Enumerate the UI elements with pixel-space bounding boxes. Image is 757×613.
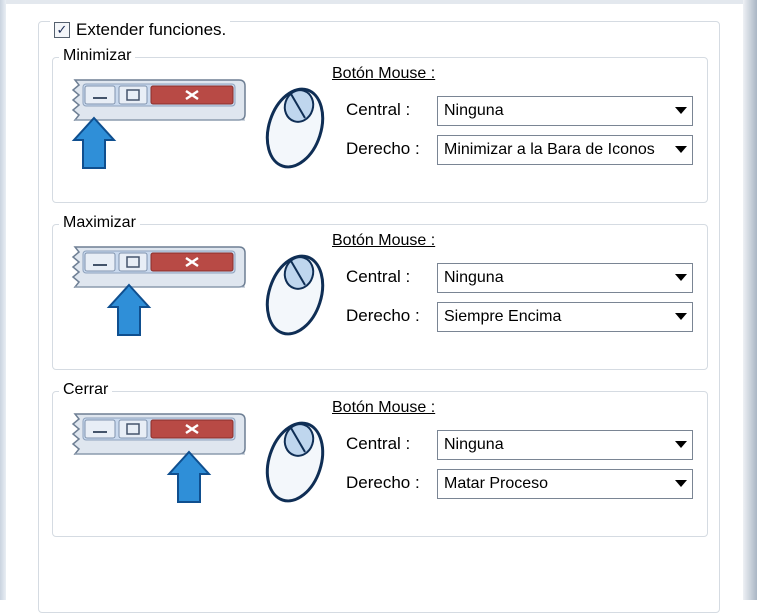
derecho-dropdown-value: Minimizar a la Bara de Iconos bbox=[444, 141, 655, 158]
group-minimize: Minimizar Botón Mouse: Central: Ningun… bbox=[52, 47, 708, 203]
central-dropdown[interactable]: Ninguna bbox=[437, 263, 693, 293]
extend-functions-label: Extender funciones. bbox=[76, 20, 227, 39]
derecho-dropdown[interactable]: Matar Proceso bbox=[437, 469, 693, 499]
group-close: Cerrar Botón Mouse: Central: Ninguna D… bbox=[52, 381, 708, 537]
central-dropdown[interactable]: Ninguna bbox=[437, 96, 693, 126]
central-label: Central : bbox=[346, 267, 411, 286]
chevron-down-icon[interactable] bbox=[670, 480, 692, 488]
window-button-illustration bbox=[71, 413, 325, 503]
mouse-icon bbox=[265, 254, 325, 336]
derecho-dropdown-value: Matar Proceso bbox=[444, 475, 549, 492]
window-button-illustration bbox=[71, 79, 325, 169]
chevron-down-icon[interactable] bbox=[670, 107, 692, 115]
derecho-dropdown[interactable]: Siempre Encima bbox=[437, 302, 693, 332]
window-button-illustration bbox=[71, 246, 325, 336]
mouse-button-label: Botón Mouse : bbox=[332, 399, 436, 416]
mouse-button-label: Botón Mouse : bbox=[332, 232, 436, 249]
group-title: Cerrar bbox=[59, 381, 113, 399]
extend-functions-checkbox-row[interactable]: ✓ Extender funciones. bbox=[50, 20, 231, 40]
dialog-left-border bbox=[0, 0, 6, 600]
central-dropdown-value: Ninguna bbox=[444, 269, 504, 286]
dialog-right-border bbox=[743, 0, 757, 600]
chevron-down-icon[interactable] bbox=[670, 146, 692, 154]
arrow-up-icon bbox=[71, 116, 117, 169]
central-label: Central : bbox=[346, 100, 411, 119]
checkmark-icon: ✓ bbox=[56, 22, 68, 37]
central-dropdown-value: Ninguna bbox=[444, 436, 504, 453]
chevron-down-icon[interactable] bbox=[670, 274, 692, 282]
extend-functions-checkbox[interactable]: ✓ bbox=[54, 22, 70, 38]
group-title: Minimizar bbox=[59, 47, 136, 65]
window-titlebar-icon bbox=[71, 79, 246, 121]
central-label: Central : bbox=[346, 434, 411, 453]
derecho-dropdown-value: Siempre Encima bbox=[444, 308, 562, 325]
derecho-label: Derecho : bbox=[346, 306, 420, 325]
central-dropdown[interactable]: Ninguna bbox=[437, 430, 693, 460]
group-maximize: Maximizar Botón Mouse: Central: Ningun… bbox=[52, 214, 708, 370]
mouse-button-label: Botón Mouse : bbox=[332, 65, 436, 82]
group-title: Maximizar bbox=[59, 214, 140, 232]
dialog-top-edge bbox=[0, 0, 757, 4]
mouse-icon bbox=[265, 87, 325, 169]
arrow-up-icon bbox=[106, 283, 152, 336]
window-titlebar-icon bbox=[71, 413, 246, 455]
derecho-dropdown[interactable]: Minimizar a la Bara de Iconos bbox=[437, 135, 693, 165]
chevron-down-icon[interactable] bbox=[670, 313, 692, 321]
derecho-label: Derecho : bbox=[346, 139, 420, 158]
derecho-label: Derecho : bbox=[346, 473, 420, 492]
arrow-up-icon bbox=[166, 450, 212, 503]
chevron-down-icon[interactable] bbox=[670, 441, 692, 449]
mouse-icon bbox=[265, 421, 325, 503]
window-titlebar-icon bbox=[71, 246, 246, 288]
central-dropdown-value: Ninguna bbox=[444, 102, 504, 119]
